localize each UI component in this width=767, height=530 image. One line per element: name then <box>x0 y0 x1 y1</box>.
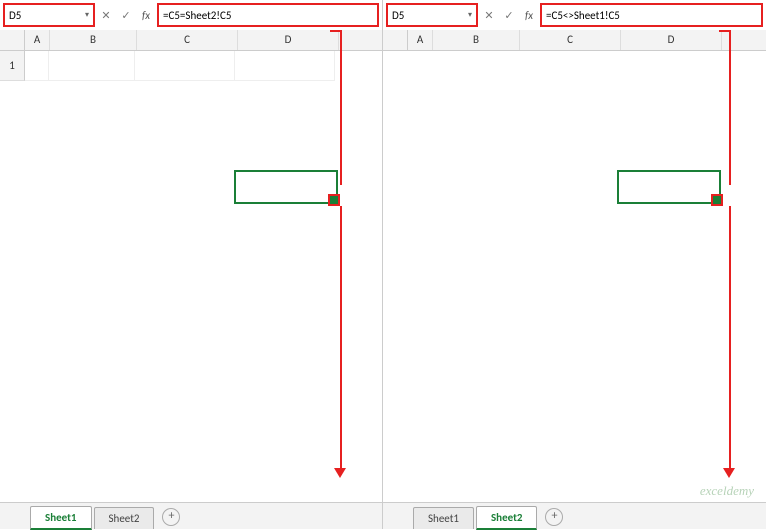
pane-sheet1: D5 ▾ ✕ ✓ fx =C5=Sheet2!C5 A B C D 1 <box>0 0 383 529</box>
selection-d5 <box>617 170 721 204</box>
cell[interactable] <box>235 51 335 81</box>
formula-input[interactable]: =C5<>Sheet1!C5 <box>541 4 762 26</box>
sheet-tabs: Sheet1 Sheet2 + <box>0 502 382 529</box>
arrow-head-icon <box>334 468 346 478</box>
callout-arrow <box>729 206 731 470</box>
col-head-a[interactable]: A <box>25 30 50 50</box>
pane-sheet2: D5 ▾ ✕ ✓ fx =C5<>Sheet1!C5 A B C D <box>383 0 766 529</box>
formula-input[interactable]: =C5=Sheet2!C5 <box>158 4 378 26</box>
confirm-icon[interactable]: ✓ <box>501 7 517 23</box>
col-head-c[interactable]: C <box>137 30 238 50</box>
cancel-icon[interactable]: ✕ <box>481 7 497 23</box>
formula-bar: D5 ▾ ✕ ✓ fx =C5<>Sheet1!C5 <box>383 0 766 31</box>
cell[interactable] <box>135 51 235 81</box>
callout-arrow <box>719 30 731 32</box>
tab-sheet2[interactable]: Sheet2 <box>476 506 538 530</box>
add-sheet-icon[interactable]: + <box>545 508 563 526</box>
callout-arrow <box>340 206 342 470</box>
tab-sheet2[interactable]: Sheet2 <box>94 507 155 529</box>
cell[interactable] <box>25 51 49 81</box>
confirm-icon[interactable]: ✓ <box>118 7 134 23</box>
callout-arrow <box>330 30 342 32</box>
col-head-a[interactable]: A <box>408 30 433 50</box>
chevron-down-icon: ▾ <box>85 10 89 20</box>
col-head-b[interactable]: B <box>433 30 520 50</box>
selection-d5 <box>234 170 338 204</box>
col-head-d[interactable]: D <box>621 30 722 50</box>
select-all-corner[interactable] <box>383 30 408 50</box>
name-box-value: D5 <box>9 9 21 22</box>
name-box[interactable]: D5 ▾ <box>4 4 94 26</box>
formula-text: =C5<>Sheet1!C5 <box>546 9 620 22</box>
fill-handle[interactable] <box>330 196 338 204</box>
column-headers: A B C D <box>383 30 766 51</box>
tab-sheet1[interactable]: Sheet1 <box>30 506 92 530</box>
sheet-tabs: Sheet1 Sheet2 + <box>383 502 766 529</box>
column-headers: A B C D <box>0 30 382 51</box>
fill-handle[interactable] <box>713 196 721 204</box>
name-box[interactable]: D5 ▾ <box>387 4 477 26</box>
fx-icon[interactable]: fx <box>521 7 537 23</box>
chevron-down-icon: ▾ <box>468 10 472 20</box>
fx-icon[interactable]: fx <box>138 7 154 23</box>
row-head-1[interactable]: 1 <box>0 51 25 81</box>
cell[interactable] <box>49 51 135 81</box>
add-sheet-icon[interactable]: + <box>162 508 180 526</box>
col-head-b[interactable]: B <box>50 30 137 50</box>
name-box-value: D5 <box>392 9 404 22</box>
grid[interactable]: A B C D 1 <box>0 30 382 503</box>
grid[interactable]: A B C D <box>383 30 766 503</box>
col-head-d[interactable]: D <box>238 30 339 50</box>
cancel-icon[interactable]: ✕ <box>98 7 114 23</box>
tab-sheet1[interactable]: Sheet1 <box>413 507 474 529</box>
select-all-corner[interactable] <box>0 30 25 50</box>
arrow-head-icon <box>723 468 735 478</box>
callout-arrow <box>340 30 342 185</box>
callout-arrow <box>729 30 731 185</box>
col-head-c[interactable]: C <box>520 30 621 50</box>
formula-bar: D5 ▾ ✕ ✓ fx =C5=Sheet2!C5 <box>0 0 382 31</box>
formula-text: =C5=Sheet2!C5 <box>163 9 231 22</box>
